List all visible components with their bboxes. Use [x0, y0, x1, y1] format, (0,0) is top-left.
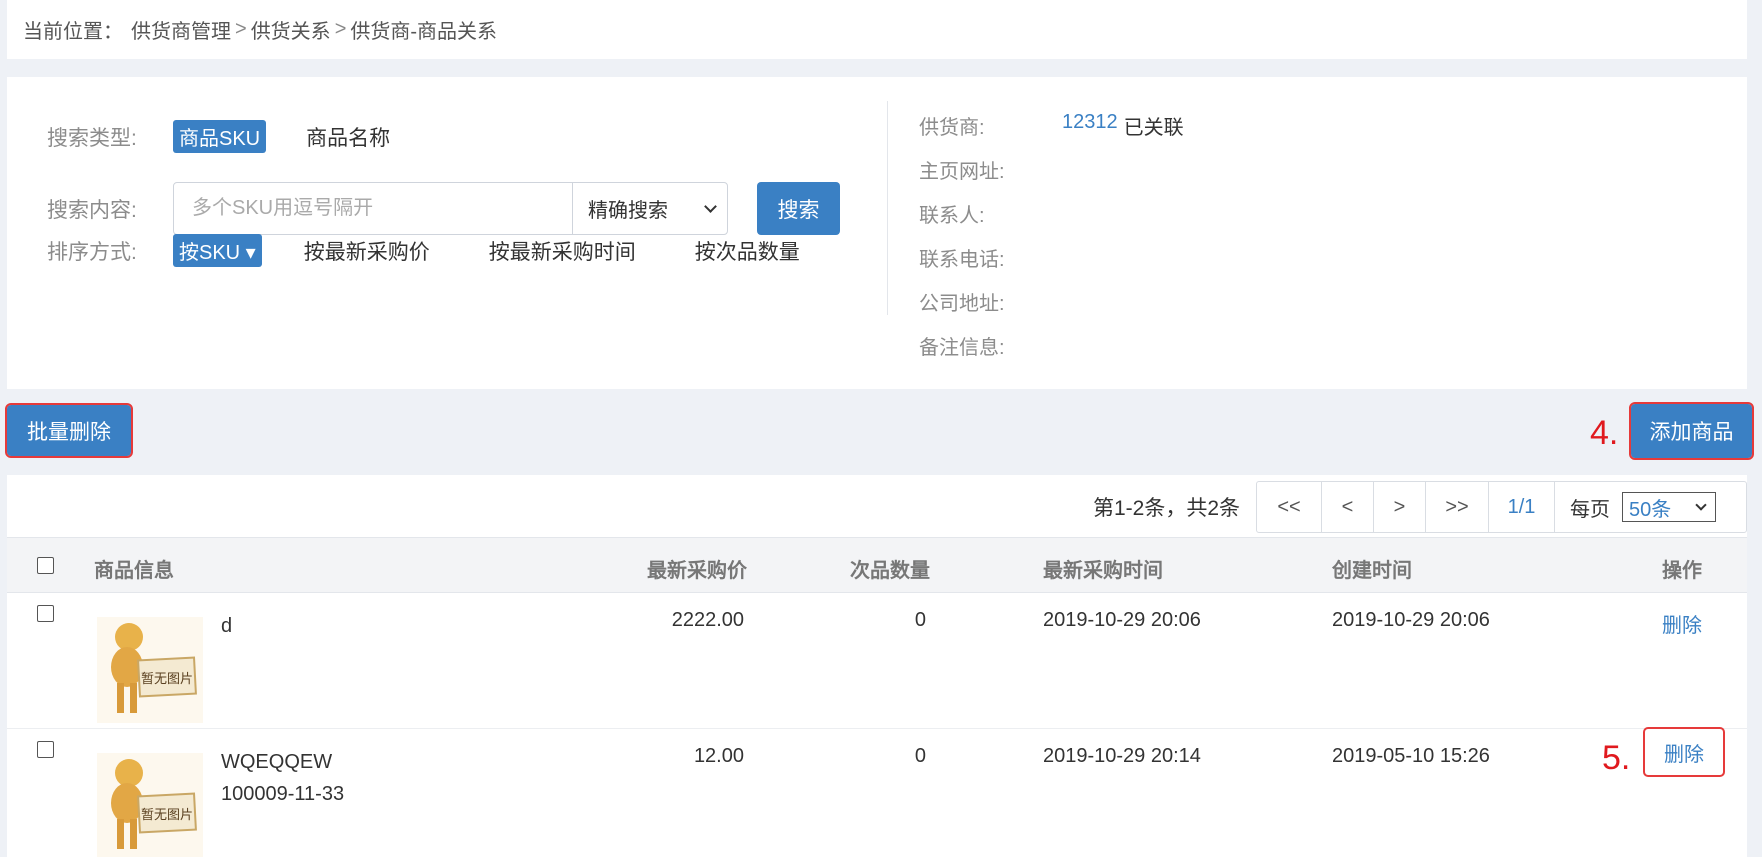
- address-info-row: 公司地址:: [919, 287, 1062, 316]
- breadcrumb-separator: >: [235, 18, 247, 40]
- svg-text:暂无图片: 暂无图片: [141, 672, 193, 687]
- search-mode-value: 精确搜索: [588, 200, 668, 222]
- pagination-controls: << < > >> 1/1 每页 50条: [1256, 481, 1747, 533]
- product-sku: 100009-11-33: [221, 783, 345, 805]
- supplier-value[interactable]: 12312: [1062, 111, 1118, 140]
- step-5-annotation: 5.: [1602, 739, 1631, 777]
- breadcrumb-item-supply-relations[interactable]: 供货关系: [251, 15, 331, 44]
- breadcrumb-prefix: 当前位置：: [23, 21, 123, 43]
- table-row: 暂无图片 WQEQQEW 100009-11-33 12.00 0 2019-1…: [7, 727, 1747, 857]
- sort-by-defect-option[interactable]: 按次品数量: [695, 236, 800, 266]
- header-product-info: 商品信息: [94, 560, 174, 582]
- row-checkbox[interactable]: [37, 741, 54, 758]
- page-size-value: 50条: [1629, 498, 1672, 521]
- created-time: 2019-10-29 20:06: [1332, 609, 1490, 631]
- svg-text:暂无图片: 暂无图片: [141, 808, 193, 823]
- delete-link[interactable]: 删除: [1662, 609, 1702, 638]
- latest-purchase-time: 2019-10-29 20:14: [1043, 745, 1201, 767]
- remark-label: 备注信息:: [919, 337, 1005, 359]
- header-created-time: 创建时间: [1332, 560, 1412, 582]
- header-latest-price: 最新采购价: [647, 560, 747, 582]
- row-checkbox[interactable]: [37, 605, 54, 622]
- search-button[interactable]: 搜索: [757, 182, 840, 235]
- breadcrumb-separator: >: [334, 18, 347, 40]
- product-name: d: [221, 615, 233, 637]
- next-page-button[interactable]: >: [1374, 482, 1426, 532]
- phone-label: 联系电话:: [919, 249, 1005, 271]
- last-page-button[interactable]: >>: [1426, 482, 1489, 532]
- header-latest-purchase-time: 最新采购时间: [1043, 560, 1163, 582]
- defect-count: 0: [914, 609, 926, 631]
- search-panel: 搜索类型: 商品SKU 商品名称 搜索内容: 精确搜索 搜索 排序方式: 按SK…: [7, 77, 1747, 389]
- pagination-summary: 第1-2条，共2条: [1092, 497, 1240, 520]
- table-header: 商品信息 最新采购价 次品数量 最新采购时间 创建时间 操作: [7, 537, 1747, 593]
- pagination: 第1-2条，共2条 << < > >> 1/1 每页 50条: [1093, 481, 1747, 533]
- no-image-placeholder-icon: 暂无图片: [97, 617, 203, 723]
- defect-count: 0: [914, 745, 926, 767]
- remark-info-row: 备注信息:: [919, 331, 1062, 360]
- breadcrumb-item-supplier-mgmt[interactable]: 供货商管理: [131, 15, 231, 44]
- contact-label: 联系人:: [919, 205, 985, 227]
- search-input-group: 精确搜索: [173, 182, 728, 235]
- latest-price: 12.00: [693, 745, 744, 767]
- sort-label: 排序方式:: [47, 240, 137, 264]
- sort-by-latest-price-option[interactable]: 按最新采购价: [304, 236, 430, 266]
- step-4-annotation: 4.: [1590, 414, 1619, 452]
- sort-row: 排序方式: 按SKU ▾ 按最新采购价 按最新采购时间 按次品数量: [47, 234, 800, 267]
- homepage-info-row: 主页网址:: [919, 155, 1062, 184]
- supplier-info-row: 供货商: 12312 已关联: [919, 111, 1184, 140]
- search-content-row: 搜索内容: 精确搜索 搜索: [47, 182, 840, 235]
- contact-info-row: 联系人:: [919, 199, 1062, 228]
- search-type-label: 搜索类型:: [47, 126, 137, 150]
- delete-link[interactable]: 删除: [1643, 727, 1725, 777]
- product-name: WQEQQEW: [221, 751, 333, 773]
- page-size-select[interactable]: 50条: [1622, 492, 1716, 522]
- prev-page-button[interactable]: <: [1322, 482, 1374, 532]
- panel-divider: [887, 101, 888, 315]
- chevron-down-icon: [1695, 498, 1707, 511]
- address-label: 公司地址:: [919, 293, 1005, 315]
- latest-purchase-time: 2019-10-29 20:06: [1043, 609, 1201, 631]
- product-table-panel: 第1-2条，共2条 << < > >> 1/1 每页 50条 商品信息 最新采购…: [7, 475, 1747, 857]
- search-content-label: 搜索内容:: [47, 198, 137, 222]
- homepage-label: 主页网址:: [919, 161, 1005, 183]
- latest-price: 2222.00: [671, 609, 744, 631]
- supplier-status: 已关联: [1123, 117, 1184, 139]
- chevron-down-icon: [704, 199, 717, 213]
- search-type-sku-option[interactable]: 商品SKU: [173, 120, 267, 153]
- bulk-delete-button[interactable]: 批量删除: [5, 403, 133, 458]
- add-product-button[interactable]: 添加商品: [1629, 402, 1754, 460]
- search-input[interactable]: [174, 183, 572, 234]
- select-all-checkbox[interactable]: [37, 557, 54, 574]
- header-action: 操作: [1662, 560, 1702, 582]
- sort-by-sku-option[interactable]: 按SKU ▾: [173, 234, 262, 267]
- sort-by-latest-time-option[interactable]: 按最新采购时间: [489, 236, 636, 266]
- no-image-placeholder-icon: 暂无图片: [97, 753, 203, 857]
- supplier-label: 供货商:: [919, 117, 985, 139]
- breadcrumb-item-current: 供货商-商品关系: [350, 21, 498, 43]
- breadcrumb: 当前位置： 供货商管理 > 供货关系 > 供货商-商品关系: [7, 0, 1747, 59]
- page-size-label: 每页: [1570, 498, 1610, 521]
- search-type-name-option[interactable]: 商品名称: [306, 122, 390, 152]
- search-type-row: 搜索类型: 商品SKU 商品名称: [47, 120, 390, 153]
- table-row: 暂无图片 d 2222.00 0 2019-10-29 20:06 2019-1…: [7, 593, 1747, 729]
- page-indicator[interactable]: 1/1: [1489, 482, 1555, 532]
- page-size-group: 每页 50条: [1555, 482, 1746, 532]
- header-defect-count: 次品数量: [850, 560, 930, 582]
- first-page-button[interactable]: <<: [1257, 482, 1322, 532]
- phone-info-row: 联系电话:: [919, 243, 1062, 272]
- search-mode-select[interactable]: 精确搜索: [572, 183, 727, 234]
- created-time: 2019-05-10 15:26: [1332, 745, 1490, 767]
